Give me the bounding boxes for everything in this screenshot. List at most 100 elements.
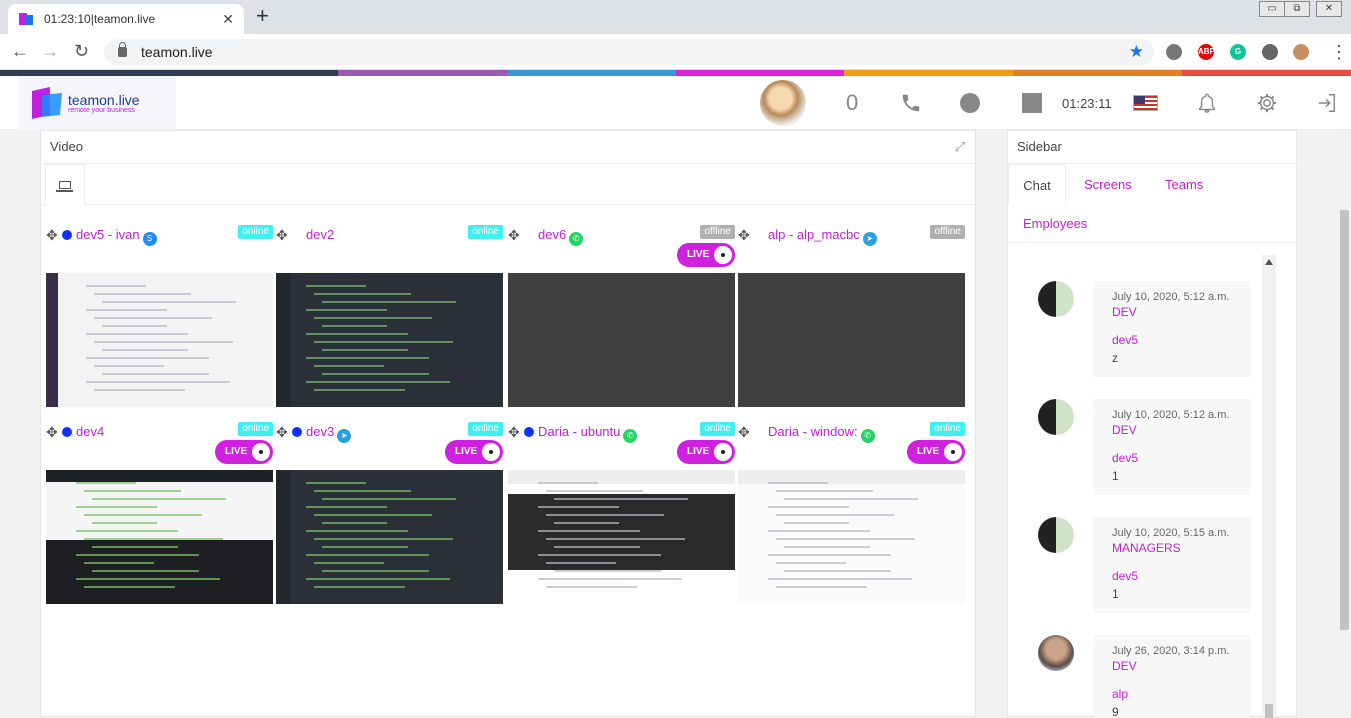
chat-messages[interactable]: July 10, 2020, 5:12 a.m. DEV dev5 z July 10,… bbox=[1008, 255, 1297, 718]
sidebar-title: Sidebar bbox=[1017, 139, 1062, 154]
tile-header: ✥ dev2 online bbox=[276, 225, 503, 245]
avatar[interactable] bbox=[1038, 635, 1074, 671]
back-button[interactable]: ← bbox=[11, 41, 29, 62]
menu-icon[interactable]: ⋮ bbox=[1330, 42, 1348, 63]
logout-icon[interactable] bbox=[1316, 92, 1338, 114]
live-toggle[interactable]: LIVE bbox=[907, 440, 965, 464]
adblock-extension-icon[interactable]: ABP bbox=[1198, 44, 1215, 60]
tab-laptop[interactable] bbox=[45, 164, 85, 206]
tile-user-name[interactable]: Daria - ubuntu ✆ bbox=[538, 424, 638, 443]
avatar[interactable] bbox=[1038, 281, 1074, 317]
screen-preview[interactable] bbox=[276, 273, 503, 407]
screen-content-line bbox=[776, 514, 894, 516]
message-group[interactable]: MANAGERS bbox=[1112, 541, 1250, 555]
move-handle-icon[interactable]: ✥ bbox=[738, 227, 750, 244]
tile-user-name[interactable]: Daria - window: ✆ bbox=[768, 424, 875, 443]
move-handle-icon[interactable]: ✥ bbox=[46, 424, 58, 441]
move-handle-icon[interactable]: ✥ bbox=[508, 227, 520, 244]
stop-icon[interactable] bbox=[1021, 92, 1043, 114]
screen-preview[interactable] bbox=[508, 273, 735, 407]
scroll-up-arrow-icon[interactable] bbox=[1265, 259, 1273, 265]
screen-content-line bbox=[776, 586, 867, 588]
screen-content-line bbox=[776, 562, 846, 564]
user-avatar[interactable] bbox=[758, 78, 808, 128]
presence-dot bbox=[62, 427, 72, 437]
tab-chat[interactable]: Chat bbox=[1008, 164, 1066, 206]
tab-screens[interactable]: Screens bbox=[1084, 177, 1132, 192]
tile-user-name[interactable]: dev6 ✆ bbox=[538, 227, 584, 246]
avatar[interactable] bbox=[1038, 517, 1074, 553]
logo-text: teamon.live bbox=[68, 91, 140, 108]
tab-employees[interactable]: Employees bbox=[1023, 216, 1087, 231]
move-handle-icon[interactable]: ✥ bbox=[508, 424, 520, 441]
gear-icon[interactable] bbox=[1256, 92, 1278, 114]
grammarly-extension-icon[interactable]: G bbox=[1230, 44, 1246, 60]
window-minimize-button[interactable]: ▭ bbox=[1259, 1, 1285, 17]
live-toggle[interactable]: LIVE bbox=[215, 440, 273, 464]
tile-user-name[interactable]: dev3 ➤ bbox=[306, 424, 352, 443]
profile-avatar[interactable] bbox=[1293, 44, 1309, 60]
screen-content-line bbox=[76, 578, 220, 580]
screen-preview[interactable] bbox=[508, 470, 735, 604]
move-handle-icon[interactable]: ✥ bbox=[46, 227, 58, 244]
tile-header: ✥ Daria - ubuntu ✆ online LIVE bbox=[508, 422, 735, 464]
expand-icon[interactable]: ⤢ bbox=[955, 139, 965, 155]
skype-icon[interactable]: S bbox=[142, 232, 157, 246]
avatar[interactable] bbox=[1038, 399, 1074, 435]
message-author[interactable]: alp bbox=[1112, 687, 1250, 701]
screen-content-line bbox=[94, 389, 185, 391]
bell-icon[interactable] bbox=[1196, 92, 1218, 114]
message-author[interactable]: dev5 bbox=[1112, 451, 1250, 465]
live-toggle[interactable]: LIVE bbox=[677, 243, 735, 267]
chat-scrollbar[interactable] bbox=[1262, 255, 1276, 718]
move-handle-icon[interactable]: ✥ bbox=[738, 424, 750, 441]
presence-dot bbox=[292, 427, 302, 437]
screen-preview[interactable] bbox=[46, 470, 273, 604]
telegram-icon[interactable]: ➤ bbox=[862, 232, 877, 246]
message-bubble: July 10, 2020, 5:15 a.m. MANAGERS dev5 1 bbox=[1094, 517, 1250, 613]
message-author[interactable]: dev5 bbox=[1112, 569, 1250, 583]
tile-header: ✥ dev6 ✆ offline LIVE bbox=[508, 225, 735, 267]
screen-preview[interactable] bbox=[738, 470, 965, 604]
move-handle-icon[interactable]: ✥ bbox=[276, 227, 288, 244]
window-restore-button[interactable]: ⧉ bbox=[1284, 1, 1310, 17]
live-toggle[interactable]: LIVE bbox=[677, 440, 735, 464]
page-scroll-thumb[interactable] bbox=[1340, 210, 1349, 630]
phone-icon[interactable] bbox=[900, 92, 922, 114]
bookmark-star-icon[interactable]: ★ bbox=[1129, 42, 1144, 62]
chat-scroll-thumb[interactable] bbox=[1265, 704, 1273, 718]
tile-user-name[interactable]: dev2 bbox=[306, 227, 334, 242]
screen-preview[interactable] bbox=[738, 273, 965, 407]
omnibox[interactable]: teamon.live ★ bbox=[104, 39, 1154, 65]
browser-tab[interactable]: 01:23:10|teamon.live ✕ bbox=[8, 4, 244, 34]
tile-user-name[interactable]: alp - alp_macbc ➤ bbox=[768, 227, 877, 246]
message-author[interactable]: dev5 bbox=[1112, 333, 1250, 347]
page-scrollbar[interactable] bbox=[1338, 130, 1351, 717]
whatsapp-icon[interactable]: ✆ bbox=[860, 429, 875, 443]
reload-button[interactable]: ↻ bbox=[74, 41, 89, 62]
whatsapp-icon[interactable]: ✆ bbox=[623, 429, 638, 443]
live-toggle[interactable]: LIVE bbox=[445, 440, 503, 464]
whatsapp-icon[interactable]: ✆ bbox=[569, 232, 584, 246]
record-icon[interactable] bbox=[959, 92, 981, 114]
window-close-button[interactable]: ✕ bbox=[1316, 1, 1342, 17]
screen-content-line bbox=[306, 357, 429, 359]
message-group[interactable]: DEV bbox=[1112, 305, 1250, 319]
extension-icon[interactable] bbox=[1166, 44, 1182, 60]
tile-user-name[interactable]: dev4 bbox=[76, 424, 104, 439]
toggle-knob-icon bbox=[714, 246, 732, 264]
forward-button[interactable]: → bbox=[41, 41, 59, 62]
screen-preview[interactable] bbox=[46, 273, 273, 407]
tile-user-name[interactable]: dev5 - ivan S bbox=[76, 227, 157, 246]
telegram-icon[interactable]: ➤ bbox=[337, 429, 352, 443]
message-group[interactable]: DEV bbox=[1112, 659, 1250, 673]
logo[interactable]: teamon.live remote your business bbox=[18, 76, 176, 130]
new-tab-button[interactable]: + bbox=[256, 5, 269, 27]
puzzle-icon[interactable] bbox=[1262, 44, 1278, 60]
move-handle-icon[interactable]: ✥ bbox=[276, 424, 288, 441]
screen-preview[interactable] bbox=[276, 470, 503, 604]
tab-teams[interactable]: Teams bbox=[1165, 177, 1203, 192]
message-group[interactable]: DEV bbox=[1112, 423, 1250, 437]
tab-close-icon[interactable]: ✕ bbox=[222, 11, 234, 28]
us-flag-icon[interactable] bbox=[1133, 95, 1158, 111]
